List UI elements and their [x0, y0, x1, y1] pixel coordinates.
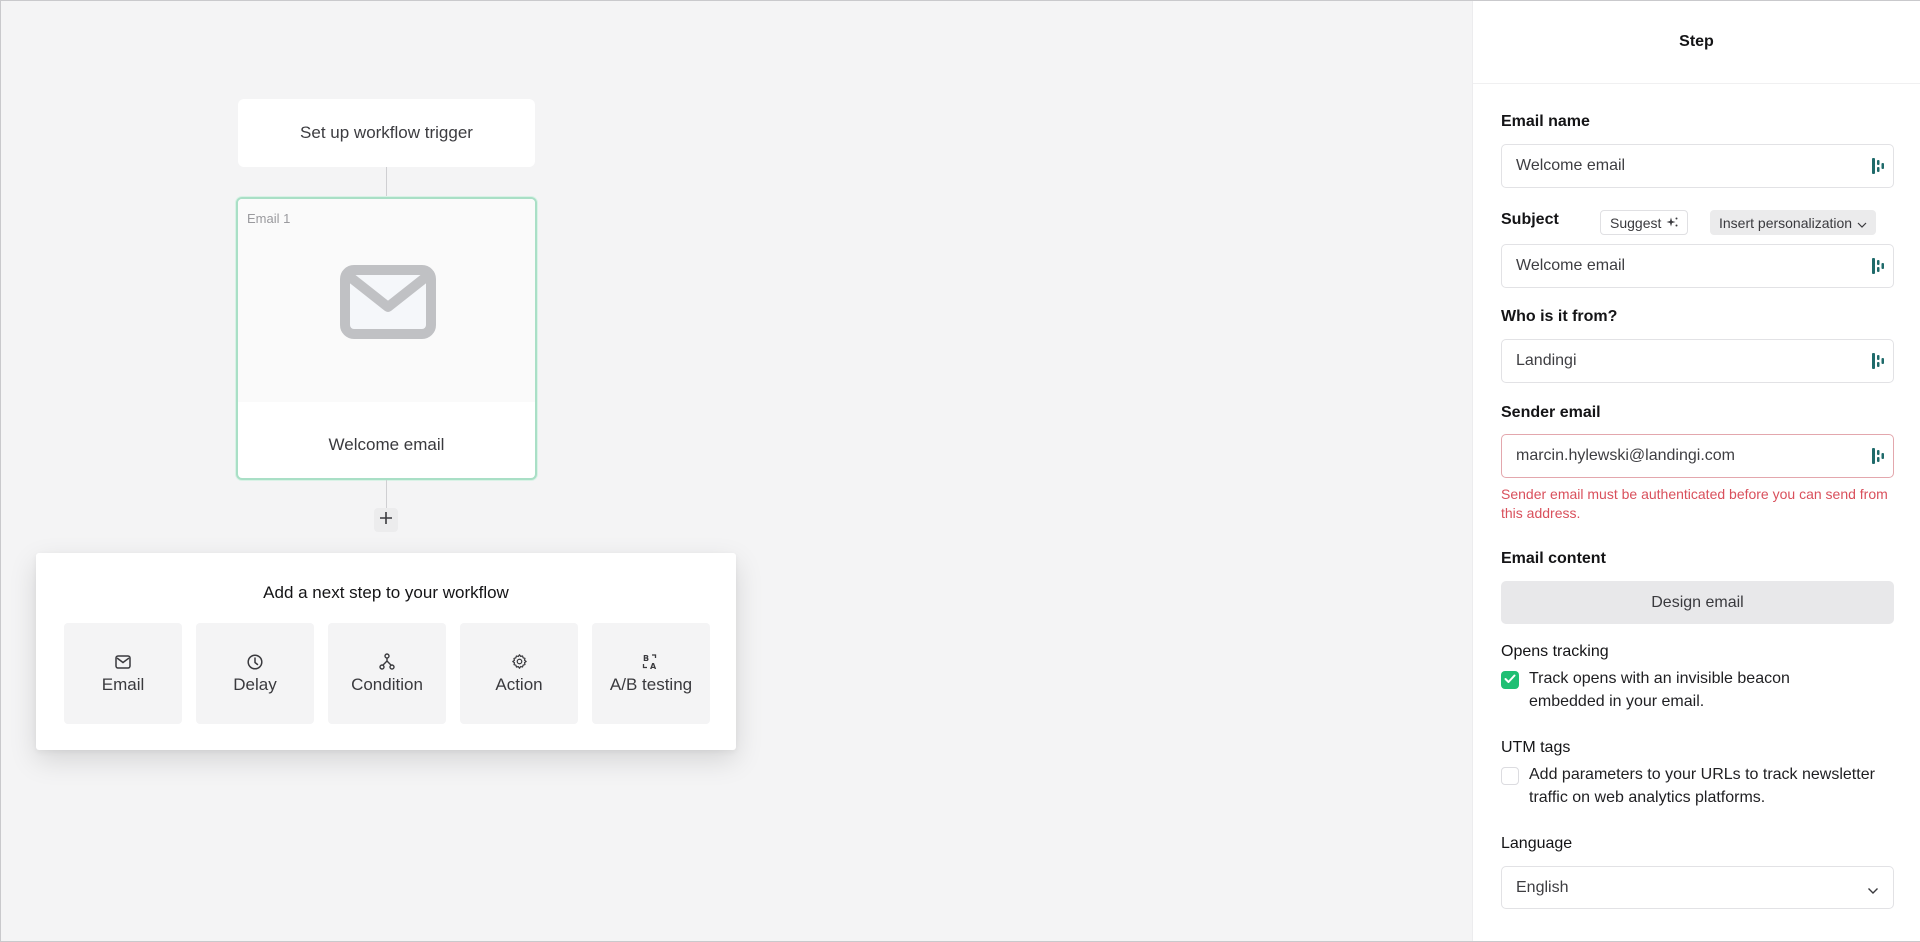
connector-line	[386, 480, 387, 508]
envelope-icon	[340, 265, 436, 344]
language-value: English	[1516, 878, 1569, 896]
sender-email-value: marcin.hylewski@landingi.com	[1516, 447, 1735, 464]
opens-tracking-checkbox[interactable]	[1501, 671, 1519, 689]
ai-assist-icon[interactable]	[1871, 447, 1885, 470]
panel-title: Step	[1679, 33, 1714, 50]
step-option-action[interactable]: Action	[460, 623, 578, 724]
sender-email-input[interactable]: marcin.hylewski@landingi.com	[1501, 434, 1894, 478]
ai-assist-icon[interactable]	[1871, 257, 1885, 280]
gear-icon	[510, 653, 528, 671]
step-option-label: Condition	[351, 674, 423, 694]
add-step-button[interactable]	[374, 508, 398, 532]
panel-header: Step	[1473, 1, 1920, 84]
email-name-value: Welcome email	[1516, 157, 1626, 174]
connector-line	[386, 167, 387, 197]
svg-text:A: A	[650, 662, 657, 670]
step-option-label: Delay	[233, 674, 277, 694]
step-option-delay[interactable]: Delay	[196, 623, 314, 724]
email-node-tag: Email 1	[247, 211, 291, 226]
add-next-step-panel: Add a next step to your workflow Email D…	[36, 553, 736, 750]
svg-text:B: B	[643, 654, 649, 663]
personalization-label: Insert personalization	[1719, 214, 1853, 231]
suggest-label: Suggest	[1610, 214, 1662, 231]
step-option-ab-testing[interactable]: B A A/B testing	[592, 623, 710, 724]
ab-test-icon: B A	[642, 653, 660, 671]
envelope-icon	[114, 653, 132, 671]
opens-tracking-label: Opens tracking	[1501, 643, 1609, 660]
chevron-down-icon	[1867, 882, 1879, 900]
opens-tracking-text: Track opens with an invisible beacon emb…	[1529, 670, 1790, 710]
email-node-title: Welcome email	[328, 435, 445, 454]
plus-icon	[379, 511, 393, 530]
workflow-trigger-node[interactable]: Set up workflow trigger	[238, 99, 535, 167]
from-label: Who is it from?	[1501, 308, 1618, 325]
utm-tags-label: UTM tags	[1501, 739, 1571, 756]
branch-icon	[378, 653, 396, 671]
workflow-canvas[interactable]: Set up workflow trigger Email 1 Welcome …	[1, 1, 1472, 941]
subject-value: Welcome email	[1516, 257, 1626, 274]
step-options: Email Delay Condition Action B A A/B tes…	[64, 623, 710, 724]
ai-assist-icon[interactable]	[1871, 157, 1885, 180]
language-label: Language	[1501, 835, 1573, 852]
email-step-node[interactable]: Email 1 Welcome email	[236, 197, 537, 480]
sender-email-label: Sender email	[1501, 404, 1601, 421]
insert-personalization-dropdown[interactable]: Insert personalization	[1710, 210, 1877, 235]
check-icon	[1504, 671, 1516, 689]
step-option-email[interactable]: Email	[64, 623, 182, 724]
step-option-condition[interactable]: Condition	[328, 623, 446, 724]
from-name-input[interactable]: Landingi	[1501, 339, 1894, 383]
design-email-label: Design email	[1651, 593, 1744, 611]
suggest-button[interactable]: Suggest	[1600, 210, 1689, 235]
email-content-label: Email content	[1501, 550, 1606, 567]
next-step-title: Add a next step to your workflow	[263, 583, 509, 602]
clock-icon	[246, 653, 264, 671]
step-option-label: A/B testing	[609, 674, 693, 694]
language-select[interactable]: English	[1501, 866, 1894, 909]
step-option-label: Email	[101, 674, 145, 694]
step-option-label: Action	[495, 674, 543, 694]
subject-label: Subject	[1501, 211, 1559, 228]
utm-tags-text: Add parameters to your URLs to track new…	[1529, 766, 1875, 806]
utm-tags-checkbox[interactable]	[1501, 767, 1519, 785]
step-settings-panel: Step Email name Welcome email Subject Su…	[1472, 1, 1920, 941]
email-name-label: Email name	[1501, 113, 1590, 130]
from-name-value: Landingi	[1516, 352, 1577, 369]
sparkle-icon	[1666, 215, 1678, 231]
email-name-input[interactable]: Welcome email	[1501, 144, 1894, 188]
chevron-down-icon	[1857, 215, 1867, 231]
subject-input[interactable]: Welcome email	[1501, 244, 1894, 288]
design-email-button[interactable]: Design email	[1501, 581, 1894, 624]
ai-assist-icon[interactable]	[1871, 352, 1885, 375]
sender-email-error: Sender email must be authenticated befor…	[1501, 486, 1888, 521]
trigger-node-label: Set up workflow trigger	[300, 123, 473, 142]
